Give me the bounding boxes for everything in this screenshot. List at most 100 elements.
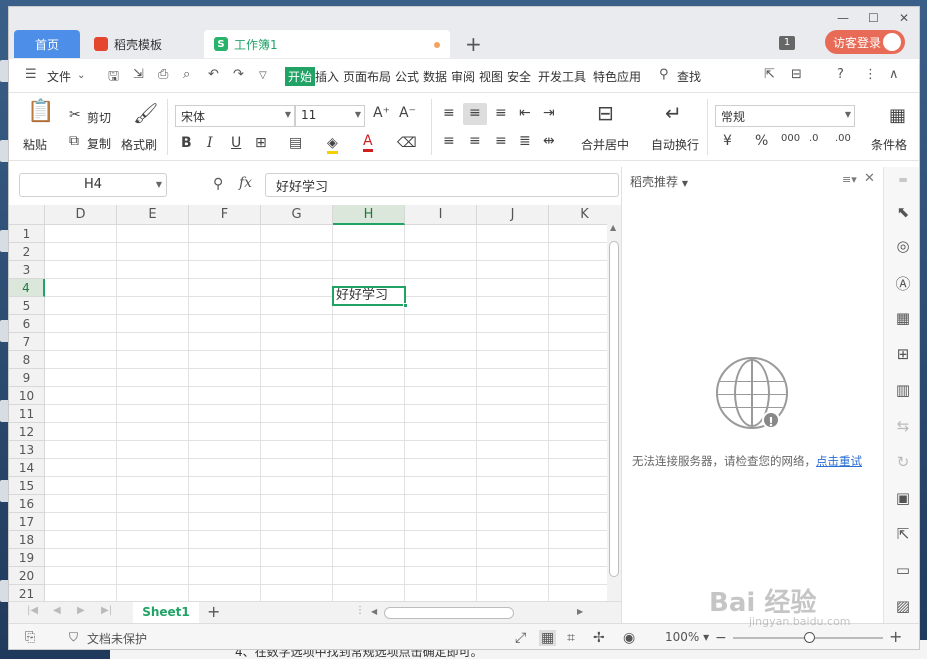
font-size-select[interactable]: 11 ▼ bbox=[295, 105, 365, 127]
conditional-format-label[interactable]: 条件格 bbox=[871, 136, 907, 153]
tab-home[interactable]: 首页 bbox=[14, 30, 80, 58]
prev-sheet-icon[interactable]: ◀ bbox=[53, 605, 61, 616]
share-doc-icon[interactable]: ⇱ bbox=[893, 525, 913, 543]
row-header-15[interactable]: 15 bbox=[9, 477, 45, 495]
underline-icon[interactable]: U bbox=[231, 135, 241, 151]
row-header-12[interactable]: 12 bbox=[9, 423, 45, 441]
number-format-select[interactable]: 常规 ▼ bbox=[715, 105, 855, 127]
collapse-ribbon-icon[interactable]: ∧ bbox=[889, 67, 899, 82]
zoom-in-icon[interactable]: + bbox=[889, 627, 902, 646]
zoom-out-icon[interactable]: − bbox=[715, 630, 727, 646]
row-header-2[interactable]: 2 bbox=[9, 243, 45, 261]
search-label[interactable]: 查找 bbox=[677, 68, 701, 85]
help-icon[interactable]: ? bbox=[837, 67, 844, 82]
more-icon[interactable]: ⋮ bbox=[864, 67, 877, 82]
panel-menu-icon[interactable]: ≡▾ bbox=[842, 173, 857, 186]
sheet-tab-sheet1[interactable]: Sheet1 bbox=[133, 602, 199, 623]
indent-decrease-icon[interactable]: ⇤ bbox=[519, 105, 531, 121]
active-cell-h4[interactable]: 好好学习 bbox=[332, 286, 408, 308]
row-header-8[interactable]: 8 bbox=[9, 351, 45, 369]
undo-icon[interactable]: ↶ bbox=[208, 67, 219, 82]
save-icon[interactable]: 🖫 bbox=[108, 67, 119, 89]
chevron-down-icon[interactable]: ▼ bbox=[156, 174, 162, 196]
font-name-select[interactable]: 宋体 ▼ bbox=[175, 105, 295, 127]
copy-icon[interactable]: ⧉ bbox=[69, 133, 79, 149]
row-header-1[interactable]: 1 bbox=[9, 225, 45, 243]
wrap-text-label[interactable]: 自动换行 bbox=[651, 136, 699, 153]
paste-icon[interactable]: 📋 bbox=[27, 99, 54, 124]
cursor-icon[interactable]: ⬉ bbox=[893, 203, 913, 221]
italic-icon[interactable]: I bbox=[207, 135, 213, 151]
reading-mode-icon[interactable]: ✢ bbox=[593, 630, 605, 646]
menu-page-layout[interactable]: 页面布局 bbox=[343, 68, 391, 85]
menu-features[interactable]: 特色应用 bbox=[593, 68, 641, 85]
fill-handle[interactable] bbox=[403, 303, 408, 308]
vertical-scrollbar[interactable]: ▲ bbox=[607, 205, 621, 601]
font-color-icon[interactable]: A bbox=[363, 133, 373, 152]
format-painter-icon[interactable]: 🖌 bbox=[133, 101, 158, 125]
column-header-g[interactable]: G bbox=[261, 205, 333, 225]
print-preview-icon[interactable]: ⌕ bbox=[183, 67, 190, 82]
collaborate-icon[interactable]: ⊟ bbox=[791, 67, 802, 82]
style-icon[interactable]: Ⓐ bbox=[893, 273, 913, 293]
menu-insert[interactable]: 插入 bbox=[315, 68, 339, 85]
copy-label[interactable]: 复制 bbox=[87, 135, 111, 152]
row-header-9[interactable]: 9 bbox=[9, 369, 45, 387]
new-tab-plus-icon[interactable]: + bbox=[465, 32, 482, 56]
align-center-icon[interactable]: ≡ bbox=[469, 133, 481, 149]
column-header-h[interactable]: H bbox=[333, 205, 405, 225]
more-down-icon[interactable]: ▽ bbox=[259, 70, 267, 81]
add-sheet-icon[interactable]: + bbox=[207, 602, 220, 621]
justify-icon[interactable]: ≣ bbox=[519, 133, 531, 149]
first-sheet-icon[interactable]: |◀ bbox=[27, 605, 38, 616]
sidebar-collapse-icon[interactable]: ═ bbox=[893, 173, 913, 191]
horizontal-scroll-thumb[interactable] bbox=[384, 607, 514, 619]
minimize-icon[interactable]: — bbox=[837, 11, 849, 25]
chart-icon[interactable]: ▥ bbox=[893, 381, 913, 399]
cell-style-icon[interactable]: ▤ bbox=[289, 135, 302, 151]
increase-decimal-icon[interactable]: .0 bbox=[809, 133, 819, 144]
align-bottom-icon[interactable]: ≡ bbox=[495, 105, 507, 121]
column-header-d[interactable]: D bbox=[45, 205, 117, 225]
hamburger-icon[interactable]: ☰ bbox=[25, 67, 37, 82]
row-header-3[interactable]: 3 bbox=[9, 261, 45, 279]
search-icon[interactable]: ⚲ bbox=[659, 67, 669, 82]
conditional-format-icon[interactable]: ▦ bbox=[889, 105, 906, 126]
merge-center-icon[interactable]: ⊟ bbox=[597, 101, 614, 125]
decrease-decimal-icon[interactable]: .00 bbox=[835, 133, 851, 144]
apps-icon[interactable]: ⊞ bbox=[893, 345, 913, 363]
bold-icon[interactable]: B bbox=[181, 135, 192, 151]
image-icon[interactable]: ▣ bbox=[893, 489, 913, 507]
scroll-right-icon[interactable]: ▶ bbox=[577, 607, 583, 616]
row-header-18[interactable]: 18 bbox=[9, 531, 45, 549]
row-header-11[interactable]: 11 bbox=[9, 405, 45, 423]
menu-start[interactable]: 开始 bbox=[285, 67, 316, 86]
protection-status[interactable]: 文档未保护 bbox=[87, 630, 147, 647]
row-header-6[interactable]: 6 bbox=[9, 315, 45, 333]
menu-security[interactable]: 安全 bbox=[507, 68, 531, 85]
paste-label[interactable]: 粘贴 bbox=[23, 136, 47, 153]
retry-link[interactable]: 点击重试 bbox=[816, 454, 862, 468]
row-header-19[interactable]: 19 bbox=[9, 549, 45, 567]
menu-view[interactable]: 视图 bbox=[479, 68, 503, 85]
formula-input[interactable]: 好好学习 bbox=[265, 173, 619, 197]
font-grow-icon[interactable]: A⁺ bbox=[373, 105, 390, 121]
wrap-text-icon[interactable]: ↵ bbox=[665, 101, 682, 125]
name-box[interactable]: H4 ▼ bbox=[19, 173, 167, 197]
menu-file[interactable]: 文件 bbox=[47, 68, 71, 85]
share-icon[interactable]: ⇱ bbox=[764, 67, 775, 82]
chevron-down-icon[interactable]: ⌄ bbox=[77, 70, 85, 81]
zoom-lookup-icon[interactable]: ⚲ bbox=[213, 176, 223, 192]
fullscreen-icon[interactable]: ⤢ bbox=[515, 630, 526, 646]
menu-review[interactable]: 审阅 bbox=[451, 68, 475, 85]
vertical-scroll-thumb[interactable] bbox=[609, 241, 619, 577]
normal-view-icon[interactable]: ▦ bbox=[539, 630, 557, 646]
filter-icon[interactable]: ⇆ bbox=[893, 417, 913, 435]
cut-label[interactable]: 剪切 bbox=[87, 109, 111, 126]
eye-protect-icon[interactable]: ◉ bbox=[623, 630, 635, 646]
row-header-7[interactable]: 7 bbox=[9, 333, 45, 351]
row-header-13[interactable]: 13 bbox=[9, 441, 45, 459]
picture-icon[interactable]: ▨ bbox=[893, 597, 913, 615]
indent-increase-icon[interactable]: ⇥ bbox=[543, 105, 555, 121]
shapes-icon[interactable]: ◎ bbox=[893, 237, 913, 255]
